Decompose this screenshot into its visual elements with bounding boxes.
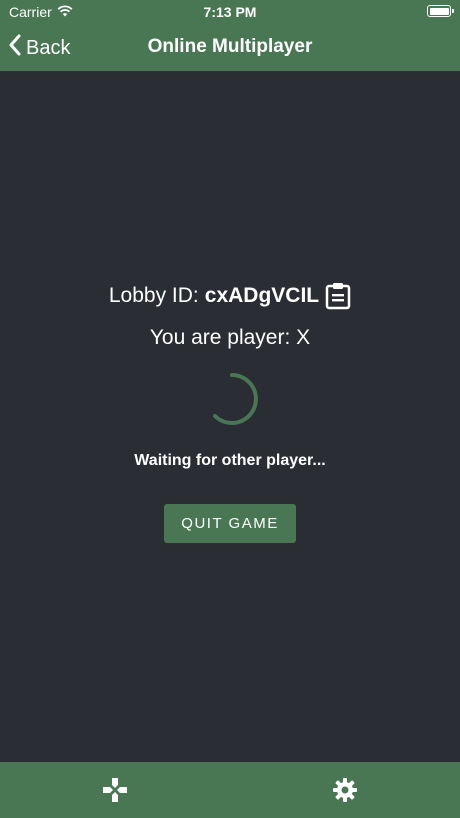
waiting-message: Waiting for other player... (134, 452, 326, 469)
battery-icon (427, 5, 454, 17)
battery-level (429, 7, 449, 15)
main-content: Lobby ID: cxADgVCIL You are player: X Wa… (0, 71, 460, 762)
status-time: 7:13 PM (203, 4, 257, 20)
player-indicator: You are player: X (149, 326, 311, 349)
status-bar: Carrier 7:13 PM (0, 0, 460, 24)
tab-bar (0, 762, 460, 818)
lobby-id-label: Lobby ID: (108, 284, 199, 307)
clipboard-icon[interactable] (325, 282, 351, 310)
loading-spinner (205, 372, 259, 431)
lobby-id-value[interactable]: cxADgVCIL (205, 284, 319, 308)
lobby-id-row: Lobby ID: cxADgVCIL (0, 282, 460, 310)
gear-icon[interactable] (331, 776, 359, 804)
page-title: Online Multiplayer (147, 36, 313, 57)
gamepad-icon[interactable] (101, 776, 129, 804)
quit-game-button[interactable]: QUIT GAME (164, 504, 296, 543)
navigation-bar: Back Online Multiplayer (0, 24, 460, 71)
